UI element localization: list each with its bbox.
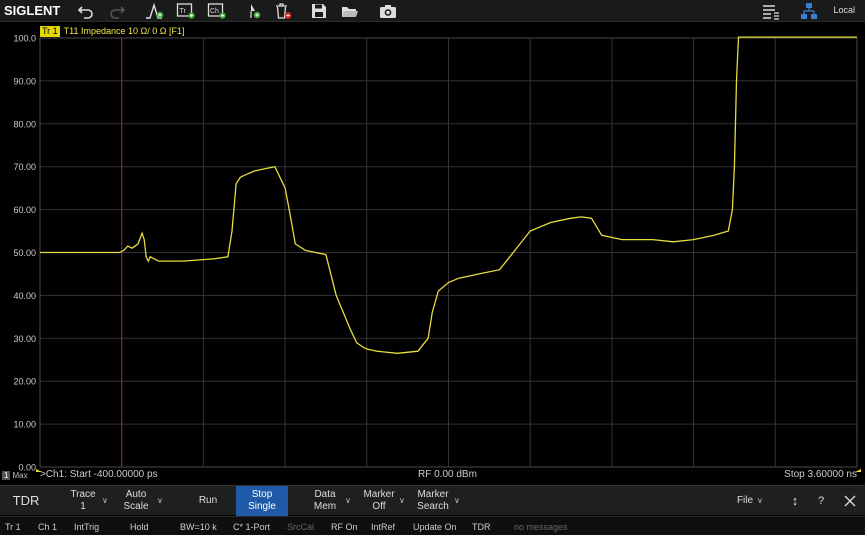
status-trigger[interactable]: IntTrig [74,522,99,532]
stop-time-label[interactable]: Stop 3.60000 ns [784,469,857,480]
stop-single-button[interactable]: Stop Single [236,486,288,516]
resize-icon[interactable]: ↕ [786,486,804,516]
status-mode[interactable]: TDR [472,522,491,532]
help-button[interactable]: ? [813,486,829,516]
y-tick-label: 50.00 [13,248,36,258]
max-indicator: 1 Max [2,471,28,480]
status-messages: no messages [514,522,568,532]
network-icon[interactable] [799,2,819,20]
y-tick-label: 60.00 [13,205,36,215]
status-rf-power[interactable]: RF On [331,522,358,532]
marker-off-button[interactable]: Marker Off [358,486,400,516]
save-icon[interactable] [309,2,329,20]
siglent-logo: SIGLENT [4,3,61,18]
sweep-status-line: 1 Max >Ch1: Start -400.00000 ps RF 0.00 d… [0,466,865,484]
status-calibration[interactable]: C* 1-Port [233,522,270,532]
top-toolbar: SIGLENT Tr Ch Local [0,0,865,22]
status-bar: Tr 1 Ch 1 IntTrig Hold BW=10 k C* 1-Port… [0,516,865,535]
data-mem-button[interactable]: Data Mem [304,486,346,516]
status-channel[interactable]: Ch 1 [38,522,57,532]
run-button[interactable]: Run [182,486,234,516]
y-tick-label: 100.0 [13,34,36,44]
chevron-down-icon: ∨ [157,496,163,505]
y-tick-label: 90.00 [13,76,36,86]
rf-power-label[interactable]: RF 0.00 dBm [418,469,477,480]
menu-icon[interactable] [761,2,781,20]
y-tick-label: 40.00 [13,291,36,301]
status-trace[interactable]: Tr 1 [5,522,21,532]
chevron-down-icon: ∨ [102,496,108,505]
marker-peak-icon[interactable] [145,2,165,20]
y-tick-label: 30.00 [13,334,36,344]
file-menu-button[interactable]: File [730,486,760,516]
plot-grid [39,37,858,468]
chevron-down-icon: ∨ [399,496,405,505]
delete-icon[interactable] [273,2,293,20]
trace-select-button[interactable]: Trace 1 [62,486,104,516]
y-tick-labels: 0.0010.0020.0030.0040.0050.0060.0070.008… [13,34,36,473]
status-update[interactable]: Update On [413,522,457,532]
marker-search-button[interactable]: Marker Search [412,486,454,516]
chevron-down-icon: ∨ [345,496,351,505]
svg-text:Tr: Tr [180,8,187,15]
redo-icon[interactable] [107,2,127,20]
chevron-down-icon: ∨ [757,496,763,505]
y-tick-label: 10.00 [13,420,36,430]
status-bandwidth[interactable]: BW=10 k [180,522,217,532]
softkey-bar: TDR Trace 1 ∨ Auto Scale ∨ Run Stop Single … [0,485,865,516]
y-tick-label: 80.00 [13,119,36,129]
open-icon[interactable] [340,2,360,20]
tdr-mode-button[interactable]: TDR [0,486,52,516]
undo-icon[interactable] [76,2,96,20]
y-tick-label: 20.00 [13,377,36,387]
close-icon[interactable] [840,486,860,516]
y-tick-label: 70.00 [13,162,36,172]
add-trace-icon[interactable]: Tr [176,2,196,20]
status-hold[interactable]: Hold [130,522,149,532]
chevron-down-icon: ∨ [454,496,460,505]
remote-status-label: Local [833,5,855,15]
screenshot-icon[interactable] [378,2,398,20]
add-channel-icon[interactable]: Ch [207,2,227,20]
auto-scale-button[interactable]: Auto Scale [114,486,158,516]
add-marker-icon[interactable] [243,2,263,20]
start-frequency-label[interactable]: >Ch1: Start -400.00000 ps [40,469,158,480]
status-reference[interactable]: IntRef [371,522,395,532]
svg-text:Ch: Ch [210,8,219,15]
status-srccal[interactable]: SrcCal [287,522,314,532]
tdr-plot[interactable]: 0.0010.0020.0030.0040.0050.0060.0070.008… [0,22,865,472]
